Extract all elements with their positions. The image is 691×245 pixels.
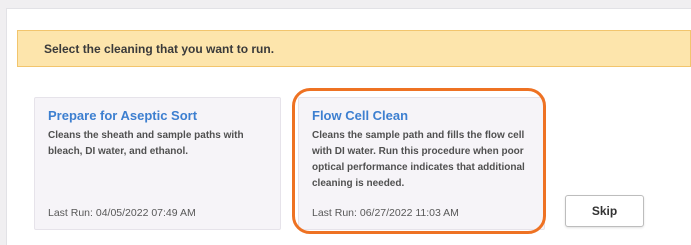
card-description: Cleans the sheath and sample paths with …	[48, 130, 244, 157]
card-prepare-aseptic-sort[interactable]: Prepare for Aseptic Sort Cleans the shea…	[34, 97, 281, 230]
card-last-run: Last Run: 06/27/2022 11:03 AM	[312, 207, 459, 219]
skip-button[interactable]: Skip	[565, 195, 644, 227]
card-flow-cell-clean[interactable]: Flow Cell Clean Cleans the sample path a…	[298, 97, 545, 230]
card-title: Prepare for Aseptic Sort	[48, 108, 198, 123]
card-title: Flow Cell Clean	[312, 108, 409, 123]
banner-text: Select the cleaning that you want to run…	[44, 42, 275, 56]
card-description: Cleans the sample path and fills the flo…	[312, 130, 525, 189]
instruction-banner: Select the cleaning that you want to run…	[17, 30, 691, 67]
card-last-run: Last Run: 04/05/2022 07:49 AM	[48, 207, 196, 219]
